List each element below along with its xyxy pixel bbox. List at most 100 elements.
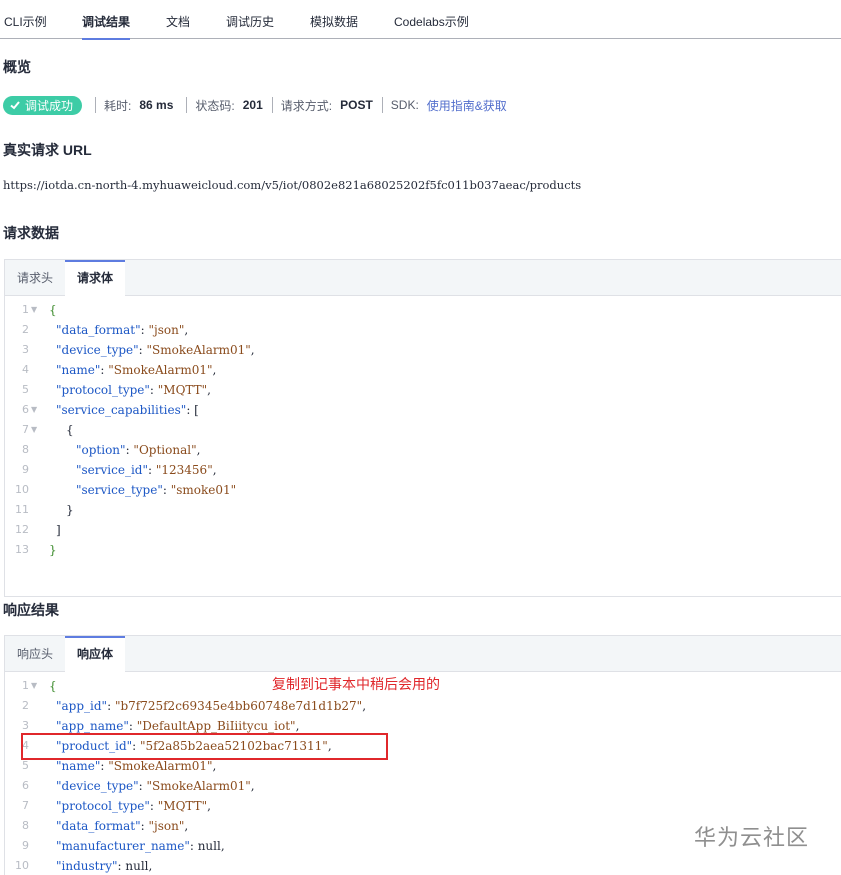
tab-response-body[interactable]: 响应体 xyxy=(65,636,126,673)
line-number: 4 xyxy=(22,363,29,376)
code-text: { xyxy=(49,300,57,320)
check-icon xyxy=(10,101,20,110)
json-key: "name" xyxy=(56,363,101,377)
json-punct: , xyxy=(250,343,255,357)
response-panel-tabs: 响应头 响应体 xyxy=(5,636,841,673)
line-number: 9 xyxy=(22,839,29,852)
json-punct: , xyxy=(295,719,300,733)
json-punct: : xyxy=(148,463,156,477)
request-panel-tabs: 请求头 请求体 xyxy=(5,260,841,297)
json-key: "option" xyxy=(76,443,126,457)
code-line: 12] xyxy=(5,520,841,540)
tab-mock-data[interactable]: 模拟数据 xyxy=(310,0,358,39)
json-string: "json" xyxy=(148,819,185,833)
json-punct: } xyxy=(49,543,57,557)
line-number: 10 xyxy=(15,859,29,872)
code-text: { xyxy=(49,676,57,696)
code-text: "service_capabilities": [ xyxy=(56,400,199,420)
json-punct: : xyxy=(149,799,158,813)
json-punct: , xyxy=(212,463,217,477)
code-line: 13} xyxy=(5,540,841,560)
tab-codelabs[interactable]: Codelabs示例 xyxy=(394,0,469,39)
status-code-label: 状态码: xyxy=(195,98,235,113)
overview-summary: 调试成功 耗时: 86 ms 状态码: 201 请求方式: POST SDK: … xyxy=(3,95,507,115)
status-badge-label: 调试成功 xyxy=(25,98,74,113)
request-data-title: 请求数据 xyxy=(3,225,59,241)
tab-request-body[interactable]: 请求体 xyxy=(65,260,126,297)
line-number: 8 xyxy=(22,819,29,832)
annotation-note: 复制到记事本中稍后会用的 xyxy=(272,676,440,692)
fold-toggle-icon[interactable]: ▼ xyxy=(31,420,37,440)
divider xyxy=(381,97,383,113)
json-key: "service_id" xyxy=(76,463,148,477)
json-key: "industry" xyxy=(56,859,118,873)
json-punct: { xyxy=(66,423,74,437)
code-text: "name": "SmokeAlarm01", xyxy=(56,360,216,380)
line-number: 2 xyxy=(22,699,29,712)
code-text: "service_id": "123456", xyxy=(76,460,217,480)
code-text: "device_type": "SmokeAlarm01", xyxy=(56,340,255,360)
json-string: "MQTT" xyxy=(157,799,208,813)
json-string: "SmokeAlarm01" xyxy=(146,779,251,793)
code-line: 5 "protocol_type": "MQTT", xyxy=(5,380,841,400)
json-punct: : xyxy=(138,343,147,357)
code-line: 2 "app_id": "b7f725f2c69345e4bb60748e7d1d… xyxy=(5,696,841,716)
line-number: 7 xyxy=(22,423,29,436)
json-punct: : null, xyxy=(189,839,225,853)
code-text: ] xyxy=(56,520,61,540)
json-punct: , xyxy=(196,443,201,457)
line-number: 11 xyxy=(15,503,29,516)
code-line: 10 "service_type": "smoke01" xyxy=(5,480,841,500)
code-text: { xyxy=(66,420,74,440)
json-key: "device_type" xyxy=(56,343,139,357)
code-line: 7 "protocol_type": "MQTT", xyxy=(5,796,841,816)
json-string: "SmokeAlarm01" xyxy=(108,363,213,377)
code-line: 9 "service_id": "123456", xyxy=(5,460,841,480)
json-string: "123456" xyxy=(155,463,213,477)
fold-toggle-icon[interactable]: ▼ xyxy=(31,400,37,420)
json-punct: , xyxy=(362,699,367,713)
json-key: "service_type" xyxy=(76,483,163,497)
code-text: "data_format": "json", xyxy=(56,320,188,340)
code-text: "industry": null, xyxy=(56,856,152,875)
json-string: "json" xyxy=(148,323,185,337)
tab-debug-history[interactable]: 调试历史 xyxy=(226,0,274,39)
line-number: 6 xyxy=(22,403,29,416)
json-punct: , xyxy=(184,819,189,833)
code-text: } xyxy=(66,500,74,520)
tab-docs[interactable]: 文档 xyxy=(166,0,190,39)
line-number: 12 xyxy=(15,523,29,536)
code-line: 6 ▼ "service_capabilities": [ xyxy=(5,400,841,420)
time-value: 86 ms xyxy=(139,98,174,112)
time-label: 耗时: xyxy=(104,98,132,113)
json-punct: , xyxy=(184,323,189,337)
url-section-title: 真实请求 URL xyxy=(3,142,92,158)
tab-cli-example[interactable]: CLI示例 xyxy=(4,0,47,39)
json-key: "data_format" xyxy=(56,323,141,337)
json-punct: : xyxy=(138,779,147,793)
code-line: 10 "industry": null, xyxy=(5,856,841,875)
line-number: 5 xyxy=(22,383,29,396)
json-string: "SmokeAlarm01" xyxy=(146,343,251,357)
json-punct: , xyxy=(207,799,211,813)
line-number: 13 xyxy=(15,543,29,556)
sdk-guide-link[interactable]: 使用指南&获取 xyxy=(427,97,507,114)
code-text: "protocol_type": "MQTT", xyxy=(56,796,211,816)
code-line: 1 ▼ { xyxy=(5,300,841,320)
line-number: 3 xyxy=(22,343,29,356)
fold-toggle-icon[interactable]: ▼ xyxy=(31,300,37,320)
json-string: "DefaultApp_BiIiitycu_iot" xyxy=(136,719,296,733)
fold-toggle-icon[interactable]: ▼ xyxy=(31,676,37,696)
line-number: 7 xyxy=(22,799,29,812)
json-key: "app_id" xyxy=(56,699,108,713)
tab-debug-result[interactable]: 调试结果 xyxy=(82,0,131,40)
json-key: "service_capabilities" xyxy=(56,403,187,417)
json-punct: , xyxy=(212,759,217,773)
request-panel: 请求头 请求体 1 ▼{2 "data_format": "json", 3 "devi… xyxy=(4,259,841,597)
tab-response-headers[interactable]: 响应头 xyxy=(5,636,65,672)
code-line: 11} xyxy=(5,500,841,520)
json-key: "app_name" xyxy=(56,719,129,733)
json-punct: , xyxy=(212,363,217,377)
tab-request-headers[interactable]: 请求头 xyxy=(5,260,65,296)
code-text: "service_type": "smoke01" xyxy=(76,480,236,500)
